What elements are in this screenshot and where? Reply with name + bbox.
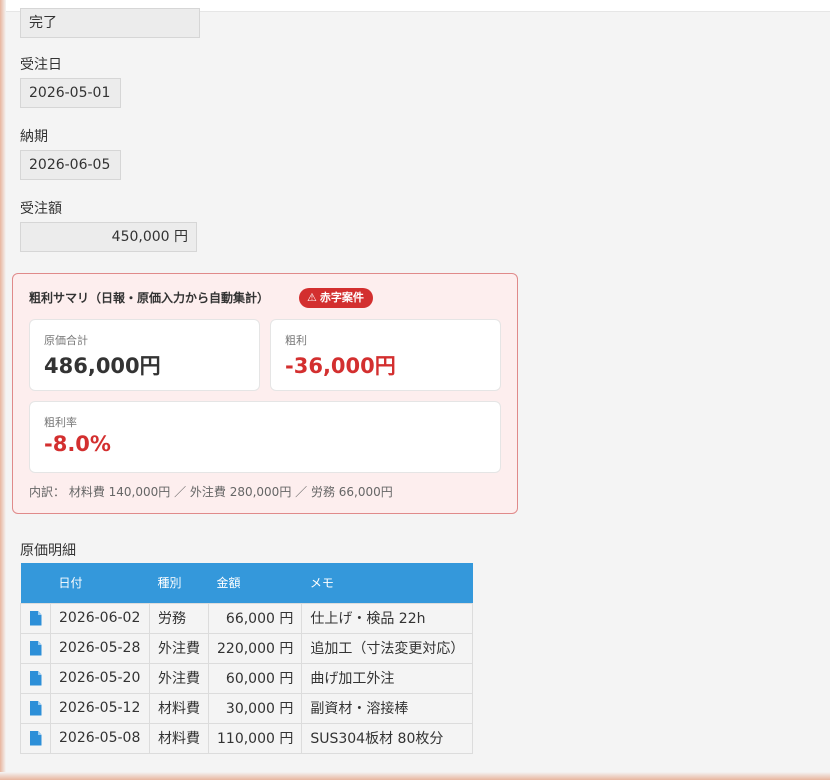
col-amount[interactable]: 金額 [208, 563, 302, 603]
document-icon-cell[interactable] [20, 632, 51, 664]
table-header-row: 日付 種別 金額 メモ [20, 563, 473, 603]
row-amount: 30,000 円 [207, 692, 303, 724]
document-icon[interactable] [29, 670, 42, 686]
row-date: 2026-05-20 [50, 662, 150, 694]
row-type: 材料費 [149, 692, 209, 724]
table-row[interactable]: 2026-05-28 外注費 220,000 円 追加工（寸法変更対応） [20, 632, 474, 664]
document-icon[interactable] [29, 700, 42, 716]
row-amount: 220,000 円 [207, 632, 303, 664]
row-memo: 曲げ加工外注 [301, 662, 474, 694]
delivery-label: 納期 [20, 129, 48, 145]
summary-title: 粗利サマリ（日報・原価入力から自動集計） [29, 291, 270, 305]
order-amount-label: 受注額 [20, 201, 62, 217]
col-type[interactable]: 種別 [149, 563, 209, 603]
document-icon-cell[interactable] [20, 602, 51, 634]
document-icon-cell[interactable] [20, 692, 51, 724]
row-type: 外注費 [149, 632, 209, 664]
document-icon[interactable] [29, 640, 42, 656]
cost-total-value: 486,000円 [44, 354, 161, 378]
row-type: 外注費 [149, 662, 209, 694]
col-memo[interactable]: メモ [301, 563, 473, 603]
row-date: 2026-05-08 [50, 722, 150, 754]
gross-profit-value: -36,000円 [285, 354, 396, 378]
col-date[interactable]: 日付 [50, 563, 150, 603]
row-date: 2026-06-02 [50, 602, 150, 634]
col-icon [20, 563, 51, 603]
table-row[interactable]: 2026-05-20 外注費 60,000 円 曲げ加工外注 [20, 662, 474, 694]
table-row[interactable]: 2026-05-12 材料費 30,000 円 副資材・溶接棒 [20, 692, 474, 724]
margin-label: 粗利率 [44, 416, 77, 429]
gross-profit-card: 粗利 -36,000円 [270, 319, 501, 391]
row-memo: 追加工（寸法変更対応） [301, 632, 474, 664]
deficit-badge: ⚠ 赤字案件 [299, 288, 373, 308]
order-amount-field: 450,000 円 [20, 222, 197, 252]
margin-value: -8.0% [44, 432, 111, 456]
row-memo: 副資材・溶接棒 [301, 692, 474, 724]
row-amount: 66,000 円 [207, 602, 303, 634]
row-memo: SUS304板材 80枚分 [301, 722, 474, 754]
document-icon-cell[interactable] [20, 722, 51, 754]
order-date-label: 受注日 [20, 57, 62, 73]
status-field: 完了 [20, 8, 200, 38]
row-amount: 60,000 円 [207, 662, 303, 694]
window-edge-bottom [0, 772, 830, 780]
row-date: 2026-05-28 [50, 632, 150, 664]
window-edge-left [0, 0, 6, 780]
cost-breakdown: 内訳： 材料費 140,000円 ／ 外注費 280,000円 ／ 労務 66,… [29, 485, 393, 499]
row-type: 材料費 [149, 722, 209, 754]
table-row[interactable]: 2026-05-08 材料費 110,000 円 SUS304板材 80枚分 [20, 722, 474, 754]
gross-profit-label: 粗利 [285, 334, 307, 347]
table-row[interactable]: 2026-06-02 労務 66,000 円 仕上げ・検品 22h [20, 602, 474, 634]
deficit-badge-label: 赤字案件 [319, 291, 364, 304]
warning-triangle-icon: ⚠ [307, 291, 317, 304]
order-date-field: 2026-05-01 [20, 78, 121, 108]
cost-total-card: 原価合計 486,000円 [29, 319, 260, 391]
cost-total-label: 原価合計 [44, 334, 88, 347]
cost-detail-title: 原価明細 [20, 543, 76, 559]
row-date: 2026-05-12 [50, 692, 150, 724]
margin-card: 粗利率 -8.0% [29, 401, 501, 473]
document-icon-cell[interactable] [20, 662, 51, 694]
profit-summary-panel: 粗利サマリ（日報・原価入力から自動集計） ⚠ 赤字案件 原価合計 486,000円… [12, 273, 518, 514]
delivery-field: 2026-06-05 [20, 150, 121, 180]
document-icon[interactable] [29, 610, 42, 626]
row-amount: 110,000 円 [207, 722, 303, 754]
document-icon[interactable] [29, 730, 42, 746]
row-memo: 仕上げ・検品 22h [301, 602, 474, 634]
cost-detail-table: 日付 種別 金額 メモ 2026-06-02 労務 66,000 円 仕上げ・検… [20, 563, 474, 754]
row-type: 労務 [149, 602, 209, 634]
